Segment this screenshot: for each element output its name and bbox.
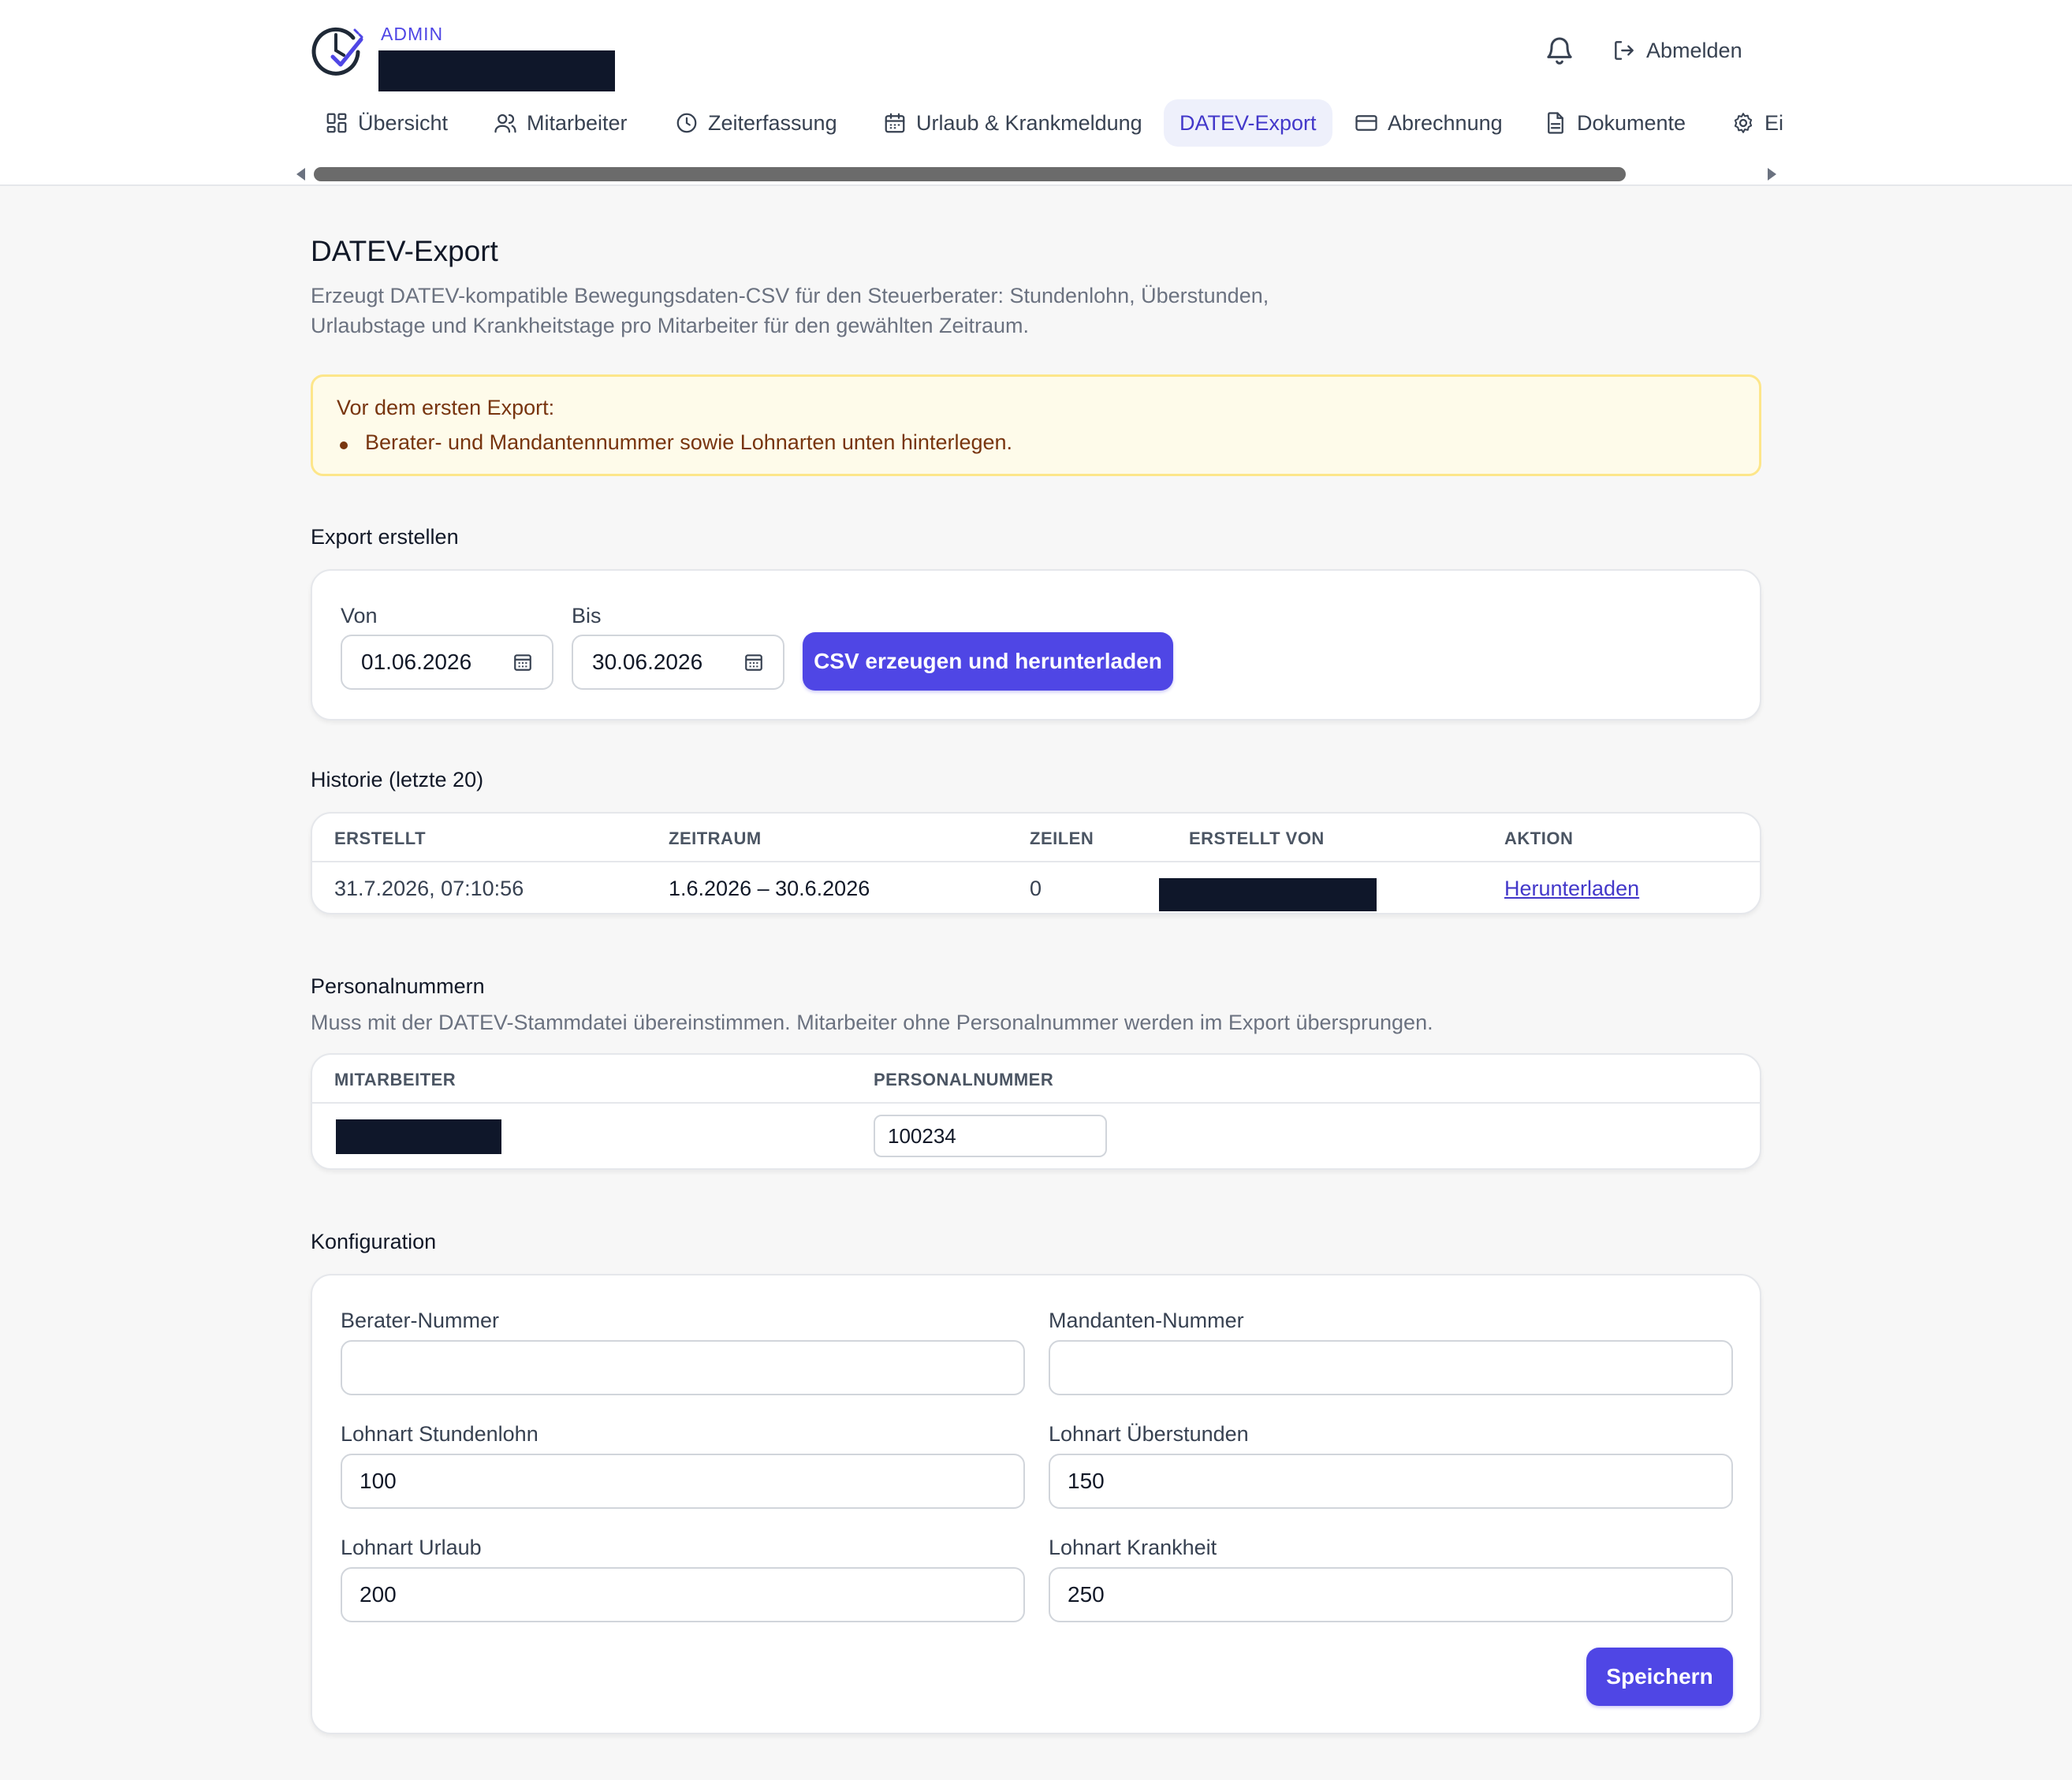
role-label: ADMIN [381, 24, 444, 44]
users-icon [494, 114, 516, 133]
personnel-number-input[interactable]: 100234 [874, 1115, 1107, 1157]
tab-label: DATEV-Export [1179, 110, 1317, 135]
logout-label: Abmelden [1646, 38, 1742, 62]
company-name-redacted [378, 50, 615, 91]
sick-type-input[interactable]: 250 [1049, 1567, 1733, 1622]
warning-item: Berater- und Mandantennummer sowie Lohna… [365, 430, 1013, 454]
advisor-number-input[interactable] [341, 1340, 1025, 1395]
client-number-input[interactable] [1049, 1340, 1733, 1395]
col-header-aktion: AKTION [1504, 829, 1574, 848]
col-header-erstellt-von: ERSTELLT VON [1189, 829, 1325, 848]
sick-type-value: 250 [1068, 1582, 1105, 1607]
personnel-heading: Personalnummern [311, 974, 485, 998]
scroll-left-arrow[interactable] [296, 168, 305, 181]
tab-datev-export[interactable]: DATEV-Export [1164, 99, 1332, 147]
scroll-right-arrow[interactable] [1768, 168, 1776, 181]
wage-label: Lohnart Stundenlohn [341, 1422, 538, 1446]
top-header: ADMIN Abmelden Übersicht Mitarbeiter Zei… [0, 0, 2072, 186]
created-by-redacted [1159, 878, 1377, 911]
to-date-input[interactable]: 30.06.2026 [572, 635, 784, 690]
config-card: Berater-Nummer Mandanten-Nummer Lohnart … [311, 1274, 1761, 1734]
document-icon [1548, 112, 1563, 134]
employee-name-redacted [336, 1119, 501, 1154]
to-date-value: 30.06.2026 [592, 650, 703, 674]
tab-label: Ei [1765, 110, 1784, 135]
col-header-erstellt: ERSTELLT [334, 829, 427, 848]
tab-label: Übersicht [358, 110, 449, 135]
to-label: Bis [572, 604, 602, 627]
vacation-type-input[interactable]: 200 [341, 1567, 1025, 1622]
bell-icon[interactable] [1544, 33, 1575, 68]
bullet [340, 441, 348, 449]
tab-dokumente[interactable]: Dokumente [1528, 99, 1701, 147]
download-link[interactable]: Herunterladen [1504, 877, 1639, 901]
sick-label: Lohnart Krankheit [1049, 1536, 1217, 1559]
created-cell: 31.7.2026, 07:10:56 [334, 877, 524, 900]
horizontal-scrollbar-thumb[interactable] [314, 167, 1626, 181]
advisor-label: Berater-Nummer [341, 1309, 500, 1332]
client-label: Mandanten-Nummer [1049, 1309, 1244, 1332]
vacation-type-value: 200 [360, 1582, 397, 1607]
vacation-label: Lohnart Urlaub [341, 1536, 482, 1559]
logout-button[interactable]: Abmelden [1612, 32, 1742, 69]
tab-label: Abrechnung [1388, 110, 1503, 135]
personnel-description: Muss mit der DATEV-Stammdatei übereinsti… [311, 1011, 1433, 1034]
tab-label: Urlaub & Krankmeldung [916, 110, 1142, 135]
col-header-mitarbeiter: MITARBEITER [334, 1070, 457, 1089]
history-heading: Historie (letzte 20) [311, 768, 484, 791]
page-description: Erzeugt DATEV-kompatible Bewegungsdaten-… [311, 284, 1269, 337]
wage-type-input[interactable]: 100 [341, 1454, 1025, 1509]
col-header-zeitraum: ZEITRAUM [669, 829, 762, 848]
clock-icon [676, 113, 697, 133]
tab-label: Dokumente [1577, 110, 1686, 135]
col-header-zeilen: ZEILEN [1030, 829, 1094, 848]
history-table: ERSTELLT ZEITRAUM ZEILEN ERSTELLT VON AK… [311, 812, 1761, 914]
tab-label: Mitarbeiter [527, 110, 628, 135]
export-heading: Export erstellen [311, 525, 459, 549]
calendar-icon[interactable] [512, 652, 533, 672]
dashboard-icon [326, 113, 347, 133]
divider [312, 861, 1760, 862]
credit-card-icon [1355, 115, 1377, 131]
gear-icon [1734, 113, 1753, 133]
divider [312, 1102, 1760, 1104]
tab-einstellungen[interactable]: Ei [1716, 99, 1788, 147]
tab-uebersicht[interactable]: Übersicht [309, 99, 464, 147]
personnel-number-value: 100234 [888, 1123, 956, 1148]
warning-box: Vor dem ersten Export: Berater- und Mand… [311, 374, 1761, 476]
calendar-icon[interactable] [743, 652, 764, 672]
from-date-value: 01.06.2026 [361, 650, 472, 674]
from-date-input[interactable]: 01.06.2026 [341, 635, 553, 690]
rows-cell: 0 [1030, 877, 1042, 900]
clock-check-logo-icon[interactable] [309, 22, 364, 77]
tab-zeiterfassung[interactable]: Zeiterfassung [659, 99, 853, 147]
calendar-icon [885, 113, 905, 133]
export-card: Von 01.06.2026 Bis 30.06.2026 CSV erzeug… [311, 569, 1761, 721]
wage-type-value: 100 [360, 1469, 397, 1493]
overtime-type-value: 150 [1068, 1469, 1105, 1493]
generate-csv-button[interactable]: CSV erzeugen und herunterladen [803, 632, 1173, 691]
config-heading: Konfiguration [311, 1230, 437, 1253]
personnel-table: MITARBEITER PERSONALNUMMER 100234 [311, 1053, 1761, 1170]
overtime-type-input[interactable]: 150 [1049, 1454, 1733, 1509]
save-button[interactable]: Speichern [1586, 1648, 1733, 1706]
from-label: Von [341, 604, 378, 627]
overtime-label: Lohnart Überstunden [1049, 1422, 1249, 1446]
tab-abrechnung[interactable]: Abrechnung [1339, 99, 1519, 147]
logout-icon [1615, 41, 1634, 60]
tab-mitarbeiter[interactable]: Mitarbeiter [478, 99, 643, 147]
warning-title: Vor dem ersten Export: [337, 396, 555, 419]
col-header-personalnummer: PERSONALNUMMER [874, 1070, 1054, 1089]
main-nav: Übersicht Mitarbeiter Zeiterfassung Urla… [309, 99, 1788, 147]
tab-urlaub-krankmeldung[interactable]: Urlaub & Krankmeldung [867, 99, 1158, 147]
period-cell: 1.6.2026 – 30.6.2026 [669, 877, 870, 900]
tab-label: Zeiterfassung [708, 110, 837, 135]
page-title: DATEV-Export [311, 235, 498, 267]
